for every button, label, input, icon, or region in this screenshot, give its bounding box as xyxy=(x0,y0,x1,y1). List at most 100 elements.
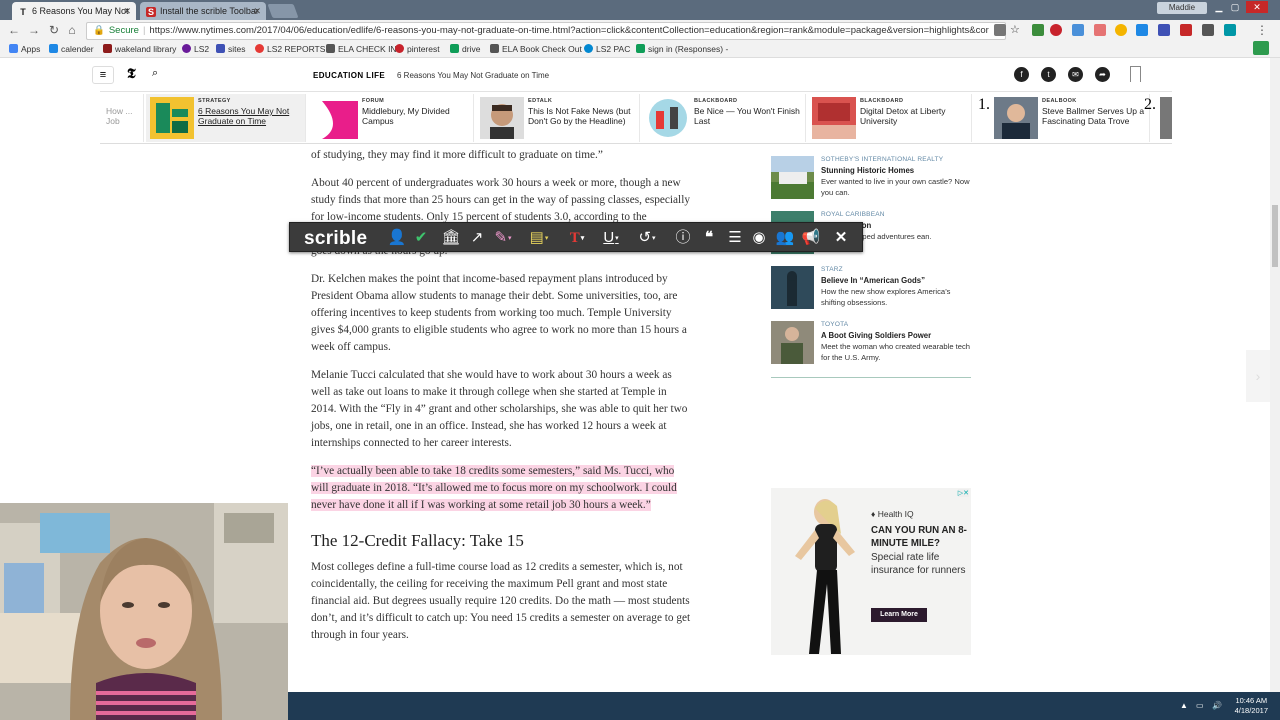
sponsored-title: A Boot Giving Soldiers Power xyxy=(821,331,932,340)
group-icon[interactable]: 👥 xyxy=(774,228,796,248)
sticky-note-icon[interactable]: ▤▾ xyxy=(528,228,550,248)
pinterest-icon[interactable] xyxy=(1050,24,1062,36)
learn-more-button[interactable]: Learn More xyxy=(871,608,927,622)
bookmark-sign-in[interactable]: sign in (Responses) - xyxy=(636,44,728,54)
ribbon-title: This Is Not Fake News (but Don't Go by t… xyxy=(528,106,631,126)
vertical-scrollbar[interactable] xyxy=(1270,58,1280,692)
menu-dots-icon[interactable]: ⋮ xyxy=(1256,24,1268,36)
extension-icon[interactable] xyxy=(1072,24,1084,36)
megaphone-icon[interactable]: 📢 xyxy=(800,228,822,248)
extension-icon[interactable] xyxy=(994,24,1006,36)
drive-icon[interactable] xyxy=(1136,24,1148,36)
close-toolbar-icon[interactable]: ✕ xyxy=(830,228,852,248)
lock-icon: 🔒 xyxy=(93,25,105,36)
highlighter-icon[interactable]: ✎▾ xyxy=(492,228,514,248)
adchoices-icon[interactable]: ▷✕ xyxy=(957,489,969,497)
ribbon-card[interactable]: BLACKBOARD Be Nice — You Won't Finish La… xyxy=(642,94,806,142)
advertisement[interactable]: ▷✕ ♦ Health IQ CAN YOU RUN AN 8-MINUTE M… xyxy=(771,488,971,655)
highlight-span[interactable]: “I’ve actually been able to take 18 cred… xyxy=(311,465,677,511)
runner-illustration xyxy=(795,499,855,654)
bookmark-calender[interactable]: calender xyxy=(49,44,94,54)
user-icon[interactable]: 👤 xyxy=(386,228,408,248)
extension-icon[interactable] xyxy=(1224,24,1236,36)
network-icon[interactable]: ▭ xyxy=(1196,701,1206,711)
quote-icon[interactable]: ❝ xyxy=(698,228,720,248)
ribbon-card[interactable]: BLACKBOARD Digital Detox at Liberty Univ… xyxy=(808,94,972,142)
ribbon-card[interactable]: DEALBOOK Steve Ballmer Serves Up a Fasci… xyxy=(990,94,1150,142)
back-icon[interactable]: ← xyxy=(6,23,22,37)
taskbar-clock[interactable]: 10:46 AM 4/18/2017 xyxy=(1235,696,1268,716)
extension-icon[interactable] xyxy=(1115,24,1127,36)
ribbon-card[interactable]: FORUM Middlebury, My Divided Campus xyxy=(310,94,474,142)
volume-icon[interactable]: 🔊 xyxy=(1212,701,1222,711)
bookmark-ls2[interactable]: LS2 xyxy=(182,44,209,54)
extension-icon[interactable] xyxy=(1094,24,1106,36)
bookmark-library[interactable]: wakeland library xyxy=(103,44,176,54)
scrollbar-thumb[interactable] xyxy=(1272,205,1278,267)
new-tab-button[interactable] xyxy=(267,4,299,18)
minimize-icon[interactable]: ▁ xyxy=(1212,1,1226,13)
tab-scrible[interactable]: S Install the scrible Toolbar ✕ xyxy=(140,2,266,20)
eye-icon[interactable]: ◉ xyxy=(748,228,770,248)
home-icon[interactable]: ⌂ xyxy=(64,23,80,37)
nyt-logo-icon[interactable]: 𝕿 xyxy=(127,67,136,83)
star-icon[interactable]: ☆ xyxy=(1010,24,1022,36)
drive-icon xyxy=(450,44,459,53)
next-article-arrow[interactable]: › xyxy=(1246,350,1270,402)
reload-icon[interactable]: ↻ xyxy=(46,23,62,37)
hamburger-menu-icon[interactable]: ≡ xyxy=(92,66,114,84)
check-circle-icon[interactable]: ✔ xyxy=(410,228,432,248)
share-out-icon[interactable]: ↗ xyxy=(466,228,488,248)
save-bookmark-icon[interactable] xyxy=(1130,66,1141,82)
bookmark-sites[interactable]: sites xyxy=(216,44,245,54)
library-icon xyxy=(103,44,112,53)
search-icon[interactable]: ⌕ xyxy=(152,67,158,80)
bookmark-pinterest[interactable]: pinterest xyxy=(395,44,440,54)
sponsored-item[interactable]: SOTHEBY'S INTERNATIONAL REALTY Stunning … xyxy=(771,156,971,211)
extension-icon[interactable] xyxy=(1032,24,1044,36)
highlighted-paragraph[interactable]: “I’ve actually been able to take 18 cred… xyxy=(311,463,693,514)
close-tab-icon[interactable]: ✕ xyxy=(253,6,261,17)
side-extension-icon[interactable] xyxy=(1253,41,1269,55)
bookmark-apps[interactable]: Apps xyxy=(9,44,40,54)
bookmark-ela-book[interactable]: ELA Book Check Out xyxy=(490,44,582,54)
show-hidden-icons-icon[interactable]: ▲ xyxy=(1180,701,1190,711)
close-tab-icon[interactable]: ✕ xyxy=(123,6,131,17)
sponsored-item[interactable]: STARZ Believe In “American Gods” How the… xyxy=(771,266,971,321)
ribbon-kicker: BLACKBOARD xyxy=(860,98,904,104)
address-bar[interactable]: 🔒 Secure | https://www.nytimes.com/2017/04/… xyxy=(86,22,1006,40)
text-color-icon[interactable]: T▾ xyxy=(566,228,588,248)
ribbon-title: Be Nice — You Won't Finish Last xyxy=(694,106,800,126)
bookmark-ela-check-in[interactable]: ELA CHECK IN xyxy=(326,44,397,54)
underline-icon[interactable]: U▾ xyxy=(600,228,622,248)
ribbon-card-selected[interactable]: STRATEGY 6 Reasons You May Not Graduate … xyxy=(146,94,306,142)
info-icon[interactable]: ⓘ xyxy=(672,228,694,248)
twitter-icon[interactable]: t xyxy=(1041,67,1056,82)
share-icon[interactable]: ➦ xyxy=(1095,67,1110,82)
extension-icon[interactable] xyxy=(1202,24,1214,36)
email-icon[interactable]: ✉ xyxy=(1068,67,1083,82)
list-icon[interactable]: ☰ xyxy=(724,228,746,248)
facebook-icon[interactable]: f xyxy=(1014,67,1029,82)
sponsored-item[interactable]: TOYOTA A Boot Giving Soldiers Power Meet… xyxy=(771,321,971,376)
doc-icon xyxy=(490,44,499,53)
maximize-icon[interactable]: ▢ xyxy=(1228,1,1242,13)
bookmark-ls2-reports[interactable]: LS2 REPORTS xyxy=(255,44,325,54)
separator: | xyxy=(142,25,146,36)
user-profile-button[interactable]: Maddie xyxy=(1157,2,1207,14)
ribbon-card[interactable]: How ... Job xyxy=(100,94,144,142)
undo-icon[interactable]: ↺▾ xyxy=(636,228,658,248)
scrible-extension-icon[interactable] xyxy=(1180,24,1192,36)
bookmark-drive[interactable]: drive xyxy=(450,44,480,54)
library-icon[interactable]: 🏛 xyxy=(440,228,462,248)
thumbnail-art xyxy=(787,271,797,306)
tab-article[interactable]: T 6 Reasons You May Not ✕ xyxy=(12,2,136,20)
forward-icon[interactable]: → xyxy=(26,23,42,37)
bookmark-ls2-pac[interactable]: LS2 PAC xyxy=(584,44,630,54)
section-label[interactable]: EDUCATION LIFE xyxy=(313,71,385,80)
ribbon-card[interactable]: EDTALK This Is Not Fake News (but Don't … xyxy=(476,94,640,142)
scrible-toolbar[interactable]: scrible 👤 ✔ 🏛 ↗ ✎▾ ▤▾ T▾ U▾ ↺▾ ⓘ ❝ ☰ ◉ 👥… xyxy=(289,222,863,252)
url-text: https://www.nytimes.com/2017/04/06/educa… xyxy=(149,25,989,36)
close-window-icon[interactable]: ✕ xyxy=(1246,1,1268,13)
extension-icon[interactable] xyxy=(1158,24,1170,36)
